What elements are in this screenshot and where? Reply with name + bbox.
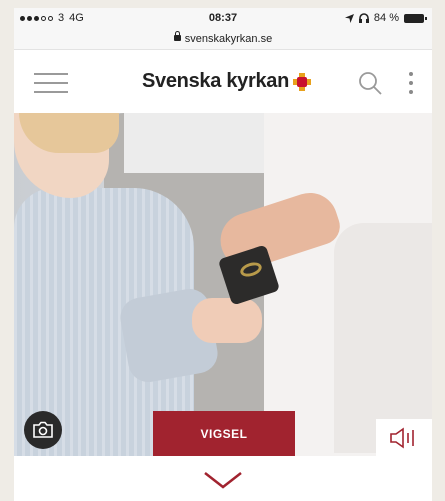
cross-icon: [293, 72, 312, 91]
status-bar: 3 4G 08:37 84 %: [14, 8, 432, 28]
app-header: Svenska kyrkan: [14, 51, 432, 113]
headphones-icon: [358, 13, 369, 23]
bottom-bar: [14, 456, 432, 501]
battery-label: 84 %: [373, 12, 399, 24]
url-domain: svenskakyrkan.se: [184, 33, 273, 45]
more-icon[interactable]: [408, 72, 414, 94]
menu-icon[interactable]: [34, 73, 68, 93]
lock-icon: [173, 31, 181, 41]
search-icon[interactable]: [358, 71, 382, 95]
status-right: 84 %: [344, 12, 427, 24]
chevron-down-icon[interactable]: [203, 470, 243, 490]
hero-image: VIGSEL: [14, 113, 432, 456]
vigsel-button[interactable]: VIGSEL: [153, 411, 295, 456]
url-bar[interactable]: svenskakyrkan.se: [14, 28, 432, 50]
phone-screen: 3 4G 08:37 84 % svenskakyrkan.se Svenska…: [14, 8, 432, 501]
location-icon: [344, 13, 354, 23]
logo-text: Svenska kyrkan: [142, 70, 290, 92]
logo[interactable]: Svenska kyrkan: [142, 70, 312, 93]
battery-icon: [404, 13, 427, 23]
camera-icon[interactable]: [24, 411, 62, 449]
speaker-icon[interactable]: [376, 419, 432, 456]
